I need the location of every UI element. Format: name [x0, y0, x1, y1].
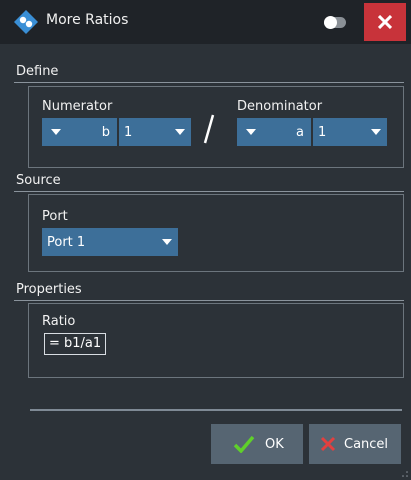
numerator-wave-value: b	[101, 124, 110, 140]
denominator-label: Denominator	[237, 99, 323, 114]
ratio-slash	[203, 114, 215, 144]
numerator-label: Numerator	[42, 99, 113, 114]
chevron-down-icon	[51, 129, 61, 135]
denominator-port-dropdown[interactable]: 1	[313, 118, 387, 146]
numerator-port-dropdown[interactable]: 1	[119, 118, 191, 146]
properties-section-label: Properties	[16, 282, 82, 297]
numerator-wave-dropdown[interactable]: b	[42, 118, 117, 146]
ok-button-label: OK	[265, 436, 284, 452]
source-divider	[14, 191, 404, 192]
close-icon	[378, 15, 392, 29]
source-port-dropdown[interactable]: Port 1	[42, 228, 178, 256]
title-bar: More Ratios	[0, 0, 411, 44]
chevron-down-icon	[162, 239, 172, 245]
ratio-value-field: = b1/a1	[44, 333, 107, 355]
cancel-button[interactable]: Cancel	[309, 424, 401, 464]
define-divider	[14, 82, 404, 83]
denominator-wave-value: a	[296, 124, 304, 140]
checkmark-icon	[233, 435, 255, 453]
window-title: More Ratios	[46, 12, 129, 28]
numerator-port-value: 1	[124, 124, 133, 140]
chevron-down-icon	[175, 129, 185, 135]
port-label: Port	[42, 209, 68, 224]
chevron-down-icon	[246, 129, 256, 135]
denominator-wave-dropdown[interactable]: a	[237, 118, 311, 146]
toggle-switch-icon[interactable]	[324, 16, 346, 29]
app-logo-icon	[14, 10, 38, 34]
define-section-label: Define	[16, 64, 59, 79]
toggle-knob	[324, 16, 337, 29]
close-button[interactable]	[364, 3, 406, 41]
source-port-value: Port 1	[47, 234, 86, 250]
ok-button[interactable]: OK	[211, 424, 303, 464]
denominator-port-value: 1	[318, 124, 327, 140]
chevron-down-icon	[371, 129, 381, 135]
cancel-button-label: Cancel	[344, 436, 389, 452]
resize-grip-icon[interactable]	[401, 470, 409, 478]
ratio-label: Ratio	[42, 314, 76, 329]
source-section-label: Source	[16, 173, 61, 188]
properties-divider	[14, 300, 404, 301]
footer-divider	[30, 409, 402, 411]
cancel-x-icon	[320, 436, 336, 452]
